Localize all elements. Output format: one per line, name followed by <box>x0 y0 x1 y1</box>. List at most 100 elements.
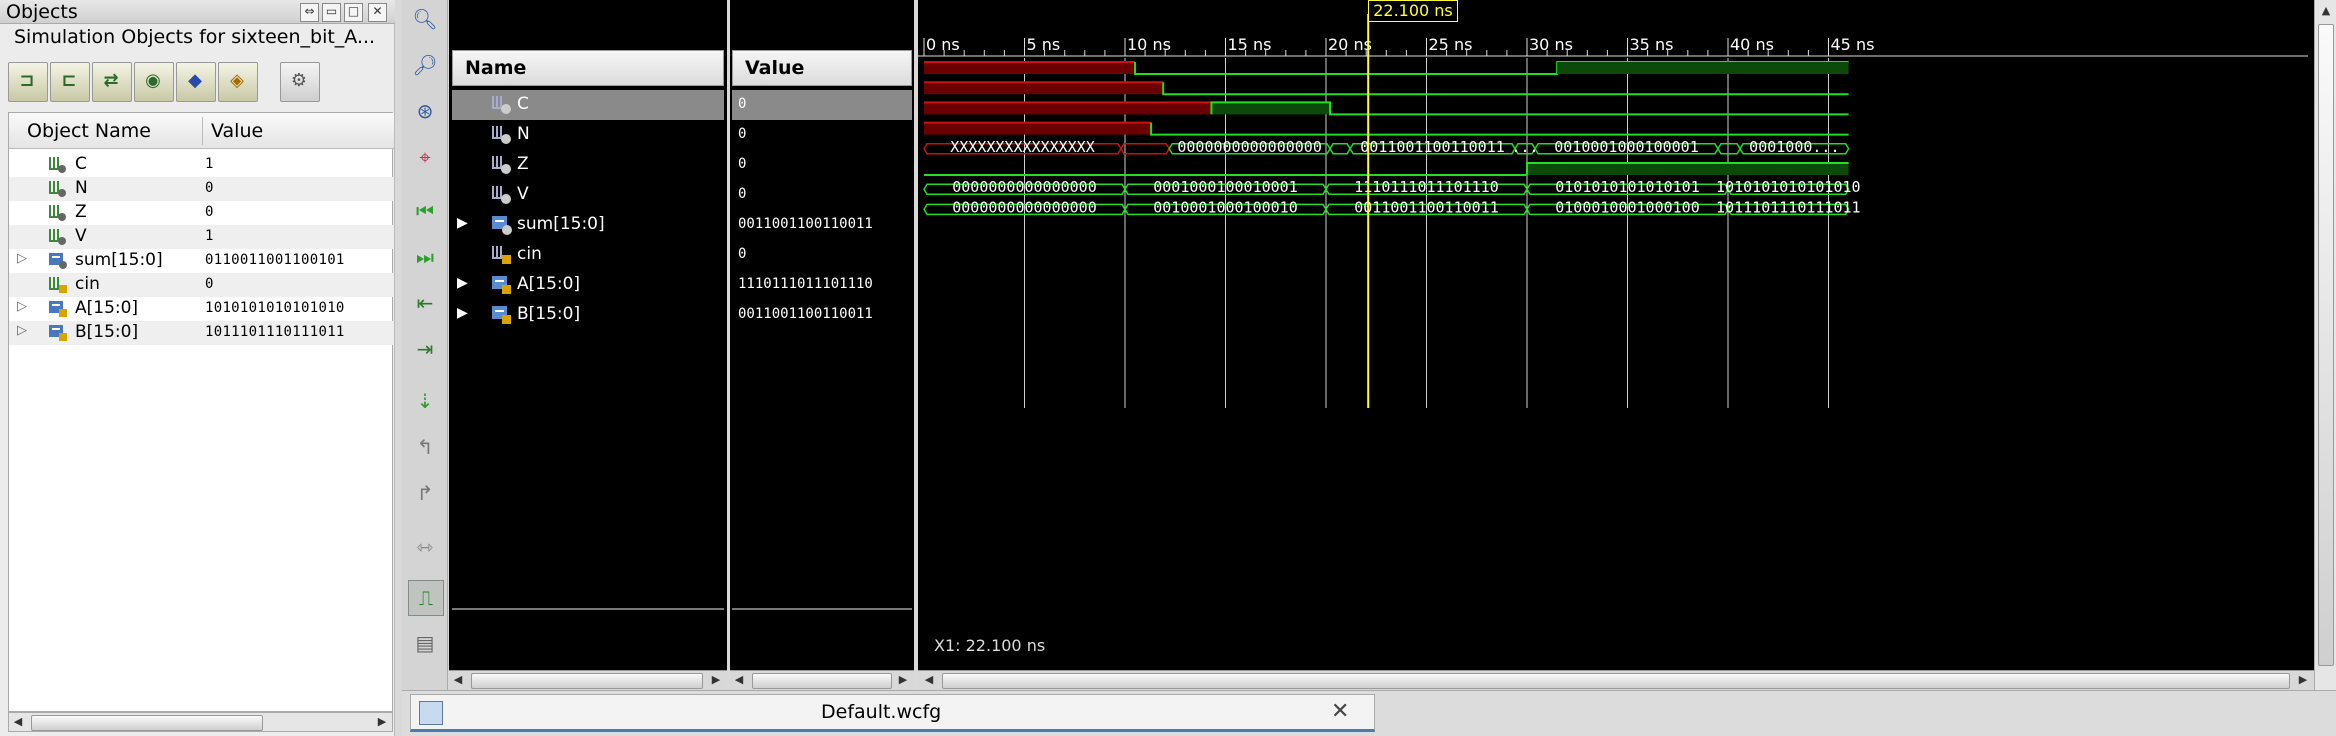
zoom-to-cursor-icon[interactable]: ⌖ <box>408 140 442 174</box>
scroll-up-icon[interactable]: ▲ <box>2317 2 2335 20</box>
tab-default-wcfg[interactable]: Default.wcfg ✕ <box>410 694 1375 732</box>
scroll-right-icon[interactable]: ▶ <box>894 671 912 689</box>
signal-icon <box>490 123 514 147</box>
object-name: B[15:0] <box>75 322 139 342</box>
add-marker-icon[interactable]: ⇣ <box>408 384 442 418</box>
ruler-tick-label: 45 ns <box>1831 35 1875 54</box>
scrollbar-thumb[interactable] <box>31 715 263 731</box>
signal-v-undefined <box>924 122 1152 135</box>
object-row[interactable]: C 1 <box>9 153 394 177</box>
name-header-label: Name <box>465 57 527 79</box>
wave-signal-row-sum[interactable]: ▶ sum[15:0] <box>452 210 724 240</box>
zoom-in-icon[interactable]: 🔍︎ <box>408 2 442 36</box>
settings-icon: ⚙ <box>290 70 308 91</box>
signal-a-value-label: 0101010101010101 <box>1555 178 1700 196</box>
expand-arrow-icon[interactable]: ▶ <box>457 215 468 231</box>
scroll-left-icon[interactable]: ◀ <box>449 671 467 689</box>
zoom-out-icon[interactable]: 🔎︎ <box>408 48 442 82</box>
zoom-fit-icon[interactable]: ⊛ <box>408 94 442 128</box>
signal-icon <box>490 183 514 207</box>
expand-arrow-icon[interactable]: ▷ <box>17 323 27 338</box>
signal-icon <box>47 155 69 175</box>
signal-value: 1110111011101110 <box>738 276 873 292</box>
object-row[interactable]: ▷ A[15:0] 1010101010101010 <box>9 297 394 321</box>
object-row[interactable]: Z 0 <box>9 201 394 225</box>
cursor-time-label[interactable]: 22.100 ns <box>1368 0 1458 22</box>
name-pane-scrollbar[interactable]: ◀ ▶ <box>449 670 727 691</box>
waveform-pane[interactable]: 0 ns 5 ns 10 ns 15 ns 20 ns 25 ns 30 ns 35 ns 40… <box>918 0 2314 690</box>
waveform-vertical-scrollbar[interactable]: ▲ <box>2314 0 2336 690</box>
expand-arrow-icon[interactable]: ▷ <box>17 251 27 266</box>
wave-signal-row-v[interactable]: V <box>452 180 724 210</box>
waveform-scrollbar[interactable]: ◀ ▶ <box>918 670 2314 691</box>
scrollbar-thumb[interactable] <box>2318 24 2334 666</box>
wave-signal-row-n[interactable]: N <box>452 120 724 150</box>
internal-filter-button[interactable]: ◉ <box>134 62 174 102</box>
wave-signal-row-cin[interactable]: cin <box>452 240 724 270</box>
wave-value-row: 0011001100110011 <box>732 300 912 330</box>
column-header-value[interactable]: Value <box>211 120 263 142</box>
scroll-left-icon[interactable]: ◀ <box>920 671 938 689</box>
signal-b-value-label: 0010001000100010 <box>1153 198 1298 216</box>
swap-cursors-icon[interactable]: ⇿ <box>408 530 442 564</box>
wave-signal-row-a[interactable]: ▶ A[15:0] <box>452 270 724 300</box>
wave-signal-row-b[interactable]: ▶ B[15:0] <box>452 300 724 330</box>
next-marker-icon[interactable]: ↱ <box>408 476 442 510</box>
input-bus-icon <box>47 299 69 319</box>
minimize-icon[interactable]: ▭ <box>322 3 341 22</box>
value-column-header[interactable]: Value <box>732 50 912 86</box>
expand-arrow-icon[interactable]: ▷ <box>17 299 27 314</box>
go-to-end-icon[interactable]: ⏭ <box>408 240 442 274</box>
waveform-canvas[interactable]: 0 ns 5 ns 10 ns 15 ns 20 ns 25 ns 30 ns 35 ns 40… <box>918 0 2314 670</box>
expand-arrow-icon[interactable]: ▶ <box>457 305 468 321</box>
signal-sum-value-label: ... <box>1511 138 1538 156</box>
scroll-left-icon[interactable]: ◀ <box>9 713 27 731</box>
input-filter-button[interactable]: ⊐ <box>8 62 48 102</box>
pane-divider[interactable] <box>732 608 912 610</box>
signal-name: A[15:0] <box>517 274 581 294</box>
column-separator <box>202 117 203 145</box>
constant-filter-button[interactable]: ◆ <box>176 62 216 102</box>
wave-signal-row-c[interactable]: C <box>452 90 724 120</box>
object-row[interactable]: V 1 <box>9 225 394 249</box>
scroll-right-icon[interactable]: ▶ <box>2294 671 2312 689</box>
go-to-start-icon[interactable]: ⏮ <box>408 194 442 228</box>
signal-name: B[15:0] <box>517 304 581 324</box>
close-tab-icon[interactable]: ✕ <box>1331 699 1349 724</box>
pane-divider[interactable] <box>452 608 724 610</box>
objects-horizontal-scrollbar[interactable]: ◀ ▶ <box>8 712 393 732</box>
maximize-icon[interactable]: □ <box>344 3 363 22</box>
scrollbar-thumb[interactable] <box>471 673 703 689</box>
previous-marker-icon[interactable]: ↰ <box>408 430 442 464</box>
output-filter-button[interactable]: ⊏ <box>50 62 90 102</box>
object-row[interactable]: ▷ B[15:0] 1011101110111011 <box>9 321 394 345</box>
floating-ruler-icon[interactable]: ▤ <box>408 626 442 660</box>
scrollbar-thumb[interactable] <box>942 673 2290 689</box>
scroll-left-icon[interactable]: ◀ <box>730 671 748 689</box>
scroll-right-icon[interactable]: ▶ <box>707 671 725 689</box>
settings-button[interactable]: ⚙ <box>280 62 320 102</box>
signal-sum-value-label: XXXXXXXXXXXXXXXX <box>950 138 1095 156</box>
scrollbar-thumb[interactable] <box>752 673 892 689</box>
object-row[interactable]: ▷ sum[15:0] 0110011001100101 <box>9 249 394 273</box>
value-pane-scrollbar[interactable]: ◀ ▶ <box>730 670 914 691</box>
previous-transition-icon[interactable]: ⇤ <box>408 286 442 320</box>
object-row[interactable]: N 0 <box>9 177 394 201</box>
object-row[interactable]: cin 0 <box>9 273 394 297</box>
wave-signal-row-z[interactable]: Z <box>452 150 724 180</box>
scroll-right-icon[interactable]: ▶ <box>373 713 391 731</box>
next-transition-icon[interactable]: ⇥ <box>408 332 442 366</box>
object-name: C <box>75 154 87 174</box>
value-header-label: Value <box>745 57 805 79</box>
object-name: cin <box>75 274 100 294</box>
signal-icon <box>47 203 69 223</box>
signal-sum-value-label: 0011001100110011 <box>1360 138 1505 156</box>
bidir-filter-button[interactable]: ⇄ <box>92 62 132 102</box>
snap-to-transition-icon[interactable]: ⎍ <box>408 580 444 616</box>
column-header-object-name[interactable]: Object Name <box>27 120 151 142</box>
variable-filter-button[interactable]: ◈ <box>218 62 258 102</box>
name-column-header[interactable]: Name <box>452 50 724 86</box>
restore-icon[interactable]: ⇔ <box>300 3 319 22</box>
close-icon[interactable]: ✕ <box>368 3 387 22</box>
expand-arrow-icon[interactable]: ▶ <box>457 275 468 291</box>
